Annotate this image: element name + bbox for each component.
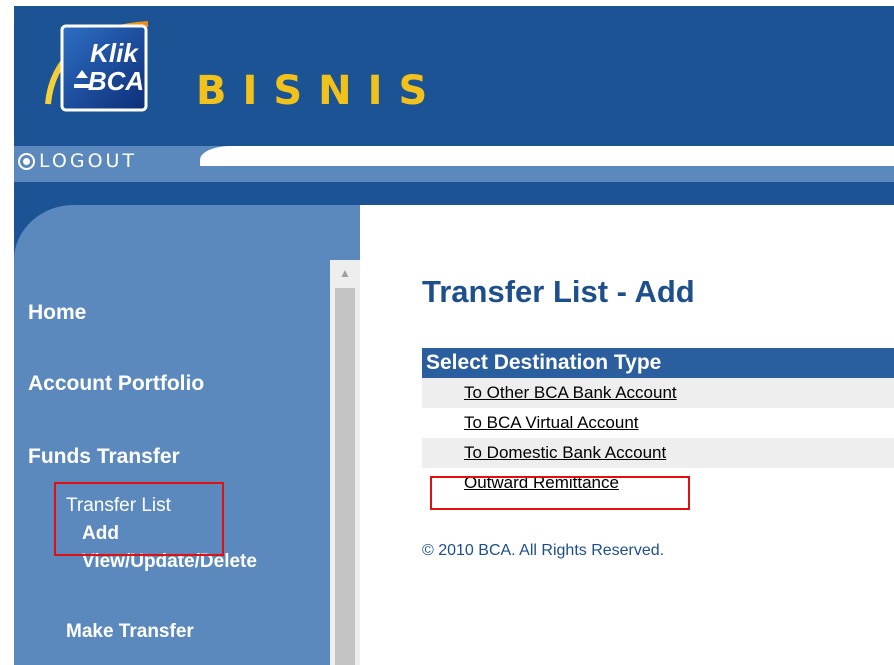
sidebar-scrollbar[interactable]: ▲ xyxy=(330,260,360,665)
list-item: To BCA Virtual Account xyxy=(422,408,894,438)
header-strip xyxy=(14,182,894,205)
page-title: Transfer List - Add xyxy=(422,274,695,309)
logout-button[interactable]: LOGOUT xyxy=(18,150,137,172)
sidebar-item-make-transfer[interactable]: Make Transfer xyxy=(66,621,194,643)
table-header: Select Destination Type xyxy=(422,348,894,378)
klikbca-logo: Klik BCA xyxy=(45,21,149,112)
brand-title: BISNIS xyxy=(196,68,444,114)
scroll-thumb[interactable] xyxy=(335,288,355,665)
header: Klik BCA BISNIS LOGOUT xyxy=(0,0,894,205)
list-item: To Domestic Bank Account xyxy=(422,438,894,468)
logout-label: LOGOUT xyxy=(39,150,138,172)
scroll-up-arrow-icon[interactable]: ▲ xyxy=(330,260,360,286)
sidebar-item-account-portfolio[interactable]: Account Portfolio xyxy=(28,372,204,396)
radio-dot-icon xyxy=(18,152,35,170)
logo-text-klik: Klik xyxy=(90,38,139,68)
header-curve xyxy=(200,146,894,166)
highlight-box-option xyxy=(430,476,690,510)
copyright-footer: © 2010 BCA. All Rights Reserved. xyxy=(422,542,665,559)
sidebar xyxy=(14,205,360,665)
highlight-box-sidebar xyxy=(54,482,224,556)
sidebar-item-home[interactable]: Home xyxy=(28,301,86,325)
option-domestic-bank-account[interactable]: To Domestic Bank Account xyxy=(464,443,666,462)
option-other-bca-account[interactable]: To Other BCA Bank Account xyxy=(464,383,677,402)
sidebar-item-funds-transfer[interactable]: Funds Transfer xyxy=(28,445,180,469)
list-item: To Other BCA Bank Account xyxy=(422,378,894,408)
logo-text-bca: BCA xyxy=(88,66,144,96)
option-bca-virtual-account[interactable]: To BCA Virtual Account xyxy=(464,413,639,432)
sidebar-curve xyxy=(14,205,360,260)
